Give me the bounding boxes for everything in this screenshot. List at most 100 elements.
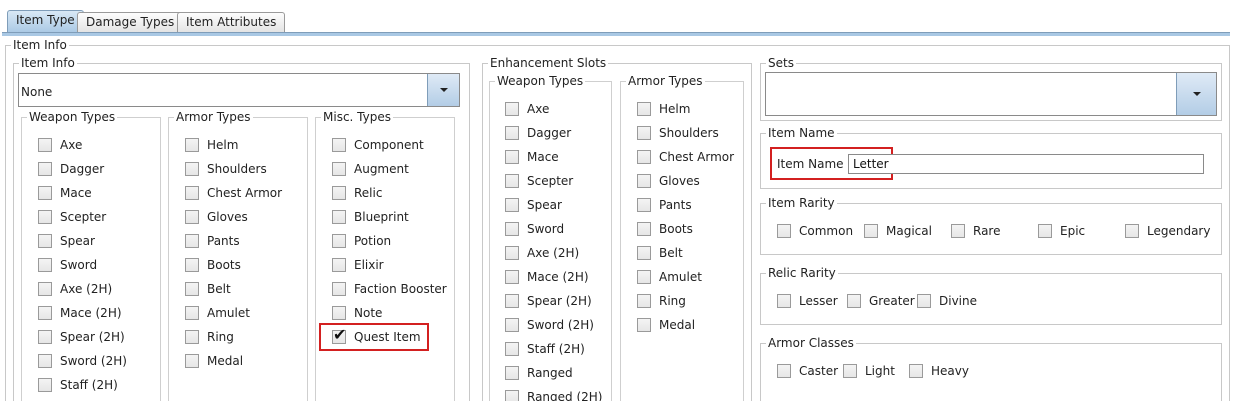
checkbox-box[interactable] (185, 234, 199, 248)
checkbox-box[interactable] (38, 306, 52, 320)
item-armor-checkbox-pants[interactable]: Pants (185, 234, 240, 248)
enh-weapon-checkbox-spear[interactable]: Spear (505, 198, 562, 212)
checkbox-box[interactable] (332, 306, 346, 320)
item-rarity-checkbox-legendary[interactable]: Legendary (1125, 224, 1210, 238)
enh-weapon-checkbox-ranged-2h[interactable]: Ranged (2H) (505, 390, 603, 401)
item-misc-checkbox-quest-item[interactable]: ✔ Quest Item (332, 327, 421, 344)
relic-rarity-checkbox-divine[interactable]: Divine (917, 294, 977, 308)
checkbox-box[interactable] (332, 282, 346, 296)
checkbox-box[interactable] (864, 224, 878, 238)
enh-armor-checkbox-gloves[interactable]: Gloves (637, 174, 700, 188)
checkbox-box[interactable] (847, 294, 861, 308)
checkbox-box[interactable] (637, 174, 651, 188)
checkbox-box[interactable] (637, 246, 651, 260)
item-weapon-checkbox-axe[interactable]: Axe (38, 138, 82, 152)
checkbox-box[interactable] (38, 210, 52, 224)
item-armor-checkbox-medal[interactable]: Medal (185, 354, 243, 368)
enh-weapon-checkbox-sword-2h[interactable]: Sword (2H) (505, 318, 594, 332)
checkbox-box[interactable] (505, 174, 519, 188)
checkbox-box[interactable] (505, 390, 519, 401)
checkbox-box[interactable] (38, 138, 52, 152)
item-misc-checkbox-potion[interactable]: Potion (332, 234, 391, 248)
item-weapon-checkbox-staff-2h[interactable]: Staff (2H) (38, 378, 118, 392)
item-armor-checkbox-belt[interactable]: Belt (185, 282, 231, 296)
checkbox-box[interactable] (185, 282, 199, 296)
checkbox-box[interactable] (185, 354, 199, 368)
checkbox-box[interactable] (38, 282, 52, 296)
item-misc-checkbox-note[interactable]: Note (332, 306, 382, 320)
enh-armor-checkbox-medal[interactable]: Medal (637, 318, 695, 332)
checkbox-box[interactable] (1038, 224, 1052, 238)
checkbox-box[interactable] (637, 318, 651, 332)
item-weapon-checkbox-mace-2h[interactable]: Mace (2H) (38, 306, 122, 320)
armor-class-checkbox-light[interactable]: Light (843, 364, 895, 378)
enh-weapon-checkbox-mace-2h[interactable]: Mace (2H) (505, 270, 589, 284)
item-weapon-checkbox-spear[interactable]: Spear (38, 234, 95, 248)
item-rarity-checkbox-common[interactable]: Common (777, 224, 853, 238)
checkbox-box[interactable] (505, 102, 519, 116)
enh-armor-checkbox-chest-armor[interactable]: Chest Armor (637, 150, 734, 164)
enh-armor-checkbox-boots[interactable]: Boots (637, 222, 693, 236)
checkbox-box[interactable] (185, 138, 199, 152)
checkbox-box[interactable] (505, 366, 519, 380)
checkbox-box[interactable] (777, 364, 791, 378)
item-misc-checkbox-faction-booster[interactable]: Faction Booster (332, 282, 447, 296)
item-weapon-checkbox-spear-2h[interactable]: Spear (2H) (38, 330, 125, 344)
checkbox-box[interactable] (505, 270, 519, 284)
checkbox-box[interactable] (185, 162, 199, 176)
enh-weapon-checkbox-axe[interactable]: Axe (505, 102, 549, 116)
relic-rarity-checkbox-lesser[interactable]: Lesser (777, 294, 838, 308)
item-weapon-checkbox-axe-2h[interactable]: Axe (2H) (38, 282, 112, 296)
item-armor-checkbox-boots[interactable]: Boots (185, 258, 241, 272)
enh-weapon-checkbox-dagger[interactable]: Dagger (505, 126, 571, 140)
checkbox-box[interactable] (505, 342, 519, 356)
checkbox-box[interactable] (505, 294, 519, 308)
enh-weapon-checkbox-mace[interactable]: Mace (505, 150, 559, 164)
checkbox-box[interactable] (332, 138, 346, 152)
checkbox-box[interactable] (505, 318, 519, 332)
item-armor-checkbox-shoulders[interactable]: Shoulders (185, 162, 267, 176)
checkbox-box[interactable] (332, 162, 346, 176)
checkbox-box[interactable] (843, 364, 857, 378)
item-misc-checkbox-component[interactable]: Component (332, 138, 424, 152)
checkbox-box[interactable] (185, 330, 199, 344)
enh-weapon-checkbox-spear-2h[interactable]: Spear (2H) (505, 294, 592, 308)
enh-armor-checkbox-pants[interactable]: Pants (637, 198, 692, 212)
item-weapon-checkbox-sword-2h[interactable]: Sword (2H) (38, 354, 127, 368)
checkbox-box[interactable] (505, 126, 519, 140)
checkbox-box[interactable] (637, 102, 651, 116)
checkbox-box[interactable] (637, 222, 651, 236)
checkbox-box[interactable] (505, 246, 519, 260)
item-weapon-checkbox-dagger[interactable]: Dagger (38, 162, 104, 176)
item-misc-checkbox-elixir[interactable]: Elixir (332, 258, 384, 272)
checkbox-box[interactable] (951, 224, 965, 238)
enh-armor-checkbox-belt[interactable]: Belt (637, 246, 683, 260)
sets-combo-button[interactable] (1176, 73, 1216, 115)
tab-item-type[interactable]: Item Type (7, 10, 84, 33)
checkbox-box[interactable] (505, 222, 519, 236)
checkbox-box[interactable] (38, 354, 52, 368)
item-weapon-checkbox-scepter[interactable]: Scepter (38, 210, 106, 224)
item-weapon-checkbox-mace[interactable]: Mace (38, 186, 92, 200)
checkbox-box[interactable] (38, 258, 52, 272)
checkbox-box[interactable] (332, 210, 346, 224)
item-armor-checkbox-chest-armor[interactable]: Chest Armor (185, 186, 282, 200)
item-misc-checkbox-relic[interactable]: Relic (332, 186, 382, 200)
checkbox-box[interactable] (38, 378, 52, 392)
checkbox-box[interactable]: ✔ (332, 327, 346, 344)
armor-class-checkbox-caster[interactable]: Caster (777, 364, 838, 378)
checkbox-box[interactable] (38, 234, 52, 248)
item-armor-checkbox-gloves[interactable]: Gloves (185, 210, 248, 224)
checkbox-box[interactable] (1125, 224, 1139, 238)
checkbox-box[interactable] (185, 210, 199, 224)
checkbox-box[interactable] (505, 150, 519, 164)
checkbox-box[interactable] (185, 186, 199, 200)
tab-damage-types[interactable]: Damage Types (77, 12, 184, 32)
checkbox-box[interactable] (637, 294, 651, 308)
enh-weapon-checkbox-ranged[interactable]: Ranged (505, 366, 573, 380)
item-info-combo[interactable]: None (18, 73, 460, 107)
enh-armor-checkbox-helm[interactable]: Helm (637, 102, 690, 116)
item-armor-checkbox-ring[interactable]: Ring (185, 330, 234, 344)
checkbox-box[interactable] (332, 234, 346, 248)
item-armor-checkbox-helm[interactable]: Helm (185, 138, 238, 152)
